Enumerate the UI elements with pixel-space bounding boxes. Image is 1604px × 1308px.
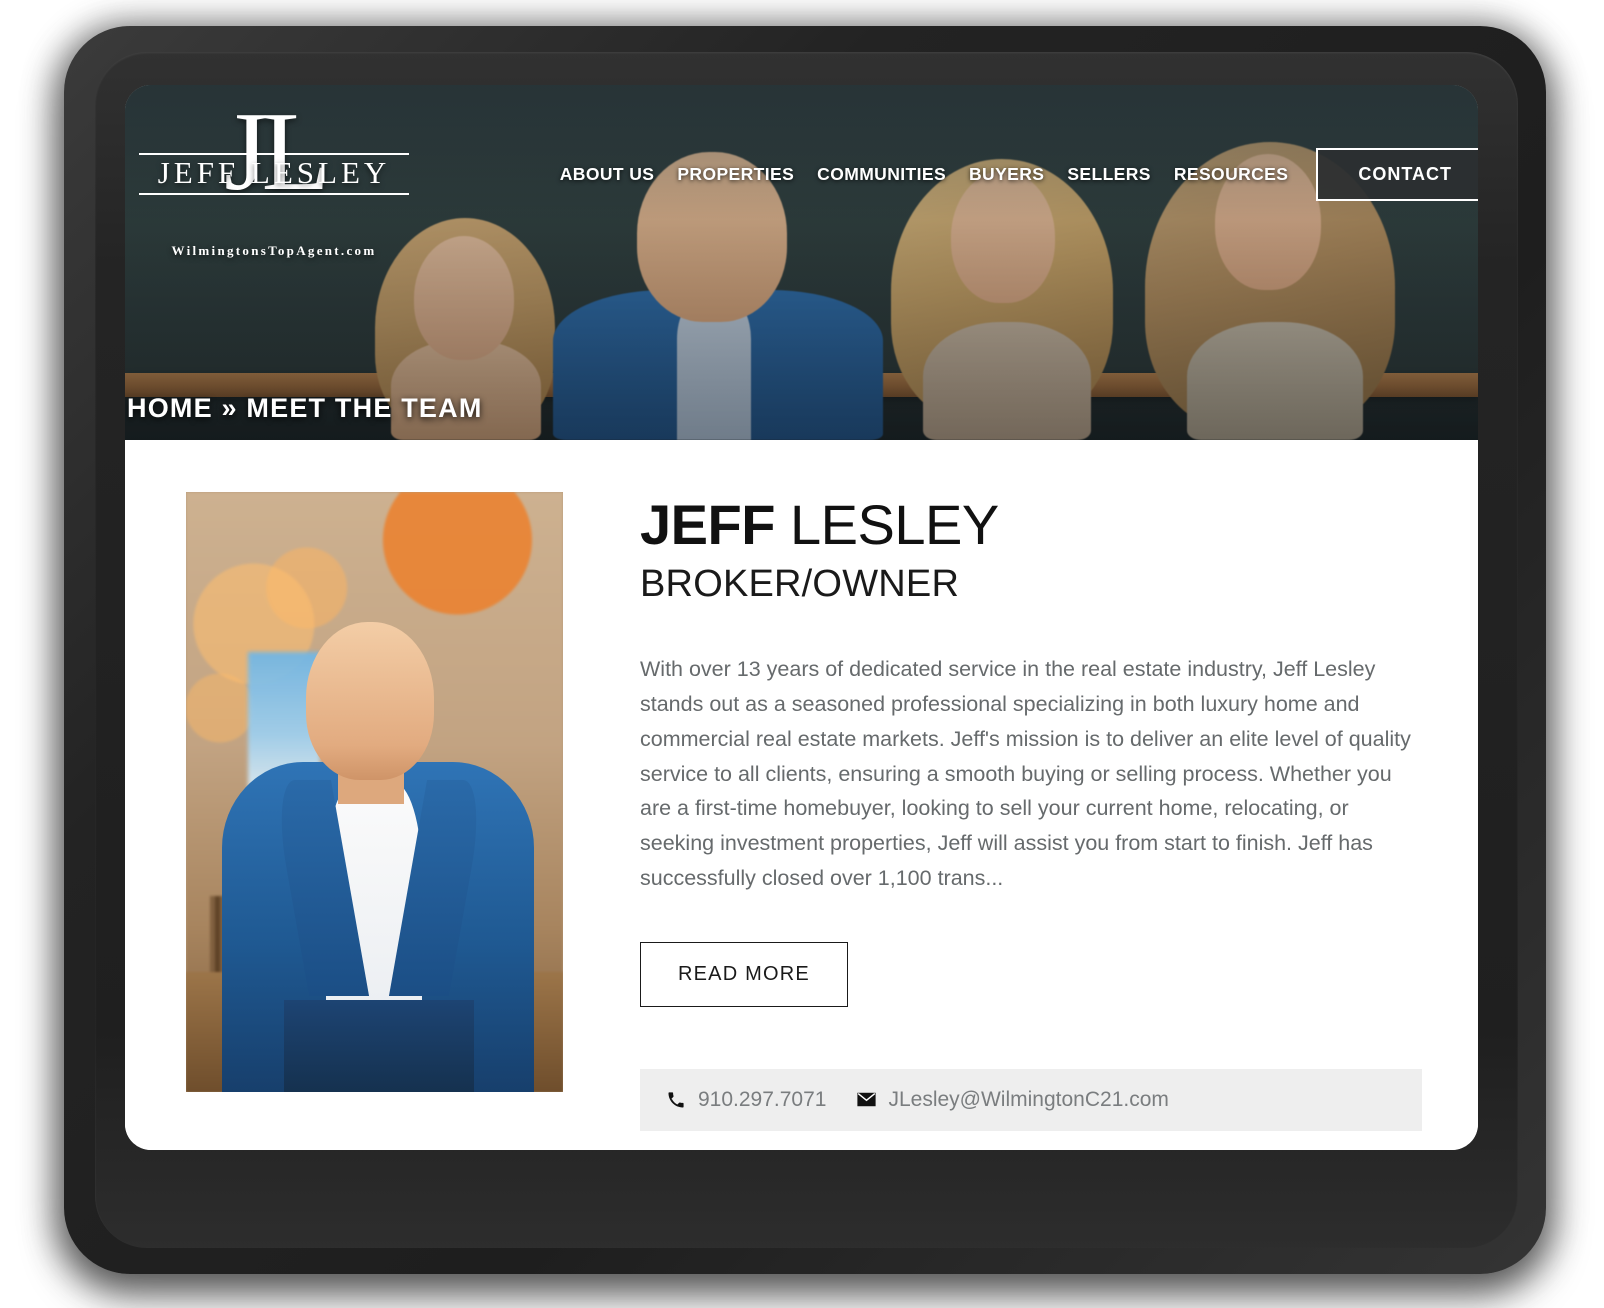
agent-first-name: JEFF: [640, 493, 775, 556]
agent-bio-column: JEFF LESLEY BROKER/OWNER With over 13 ye…: [563, 492, 1422, 1131]
portrait-subject: [222, 622, 534, 1092]
phone-icon: [666, 1090, 686, 1110]
nav-links: ABOUT US PROPERTIES COMMUNITIES BUYERS S…: [560, 164, 1317, 185]
nav-item-properties[interactable]: PROPERTIES: [677, 164, 794, 185]
logo-name-text: JEFF LESLEY: [139, 153, 409, 195]
portrait-pants: [284, 1000, 474, 1092]
portrait-head: [306, 622, 434, 780]
envelope-icon: [856, 1090, 876, 1110]
nav-item-about-us[interactable]: ABOUT US: [560, 164, 655, 185]
breadcrumb[interactable]: HOME » MEET THE TEAM: [127, 393, 483, 424]
agent-portrait-photo: [186, 492, 563, 1092]
agent-last-name: LESLEY: [774, 493, 999, 556]
tablet-mockup: JL JEFF LESLEY WilmingtonsTopAgent.com A…: [0, 0, 1604, 1308]
agent-phone-link[interactable]: 910.297.7071: [666, 1088, 826, 1112]
agent-bio-text: With over 13 years of dedicated service …: [640, 657, 1411, 891]
logo-nameplate: JEFF LESLEY: [139, 153, 409, 195]
nav-item-sellers[interactable]: SELLERS: [1067, 164, 1151, 185]
nav-item-resources[interactable]: RESOURCES: [1174, 164, 1288, 185]
site-header-hero: JL JEFF LESLEY WilmingtonsTopAgent.com A…: [125, 85, 1478, 440]
agent-phone-text: 910.297.7071: [698, 1087, 827, 1111]
agent-profile: JEFF LESLEY BROKER/OWNER With over 13 ye…: [186, 492, 1422, 1131]
read-more-button[interactable]: READ MORE: [640, 941, 848, 1007]
agent-email-link[interactable]: JLesley@WilmingtonC21.com: [856, 1087, 1169, 1112]
agent-name-heading: JEFF LESLEY: [640, 496, 1422, 553]
main-navigation: ABOUT US PROPERTIES COMMUNITIES BUYERS S…: [555, 85, 1478, 263]
logo-tagline: WilmingtonsTopAgent.com: [171, 243, 377, 258]
page-content: JEFF LESLEY BROKER/OWNER With over 13 ye…: [125, 440, 1478, 1150]
nav-item-communities[interactable]: COMMUNITIES: [817, 164, 946, 185]
browser-viewport: JL JEFF LESLEY WilmingtonsTopAgent.com A…: [125, 85, 1478, 1150]
agent-email-text: JLesley@WilmingtonC21.com: [888, 1087, 1169, 1111]
nav-item-buyers[interactable]: BUYERS: [969, 164, 1044, 185]
agent-contact-bar: 910.297.7071 JLesley@WilmingtonC21.com: [640, 1068, 1422, 1131]
contact-button[interactable]: CONTACT: [1316, 147, 1478, 201]
agent-title: BROKER/OWNER: [640, 563, 960, 606]
site-logo[interactable]: JL JEFF LESLEY WilmingtonsTopAgent.com: [139, 96, 409, 259]
